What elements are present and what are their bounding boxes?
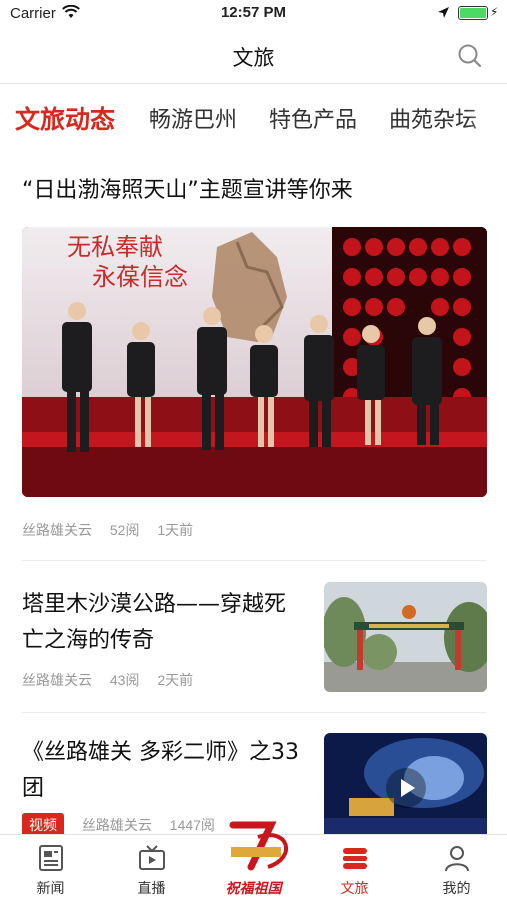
tab-bless-motherland[interactable]: 祝福祖国 [203,821,304,900]
tab-me[interactable]: 我的 [406,835,507,900]
article-title: 《丝路雄关 多彩二师》之33团 [22,740,299,801]
tab-label: 祝福祖国 [225,881,282,897]
anniversary-logo [229,821,289,871]
newspaper-icon [39,845,63,871]
article-thumbnail [324,733,487,843]
tab-label: 直播 [137,881,166,897]
svg-text:无私奉献: 无私奉献 [67,233,163,261]
tab-live[interactable]: 直播 [101,835,202,900]
page-title: 文旅 [232,46,275,70]
culture-tourism-icon [343,848,367,869]
tab-culture-tourism[interactable]: 文旅 [304,835,405,900]
tab-culture-news[interactable]: 文旅动态 [15,100,115,136]
read-count: 1447阅 [169,817,215,833]
source-label: 丝路雄关云 [22,522,92,538]
timestamp: 1天前 [157,522,194,538]
person-icon [445,846,469,872]
source-label: 丝路雄关云 [81,817,152,833]
play-icon[interactable] [391,773,421,803]
tab-label: 新闻 [36,881,65,897]
status-bar: Carrier 12:57 PM ⚡ [0,0,507,28]
tab-label: 文旅 [340,881,369,897]
divider [22,712,487,713]
featured-meta: 丝路雄关云 52阅 1天前 [22,520,207,540]
charging-icon: ⚡ [490,5,499,19]
bottom-tab-bar: 新闻 直播 祝福祖国 文旅 我的 [0,821,507,900]
tab-specialty-products[interactable]: 特色产品 [269,102,357,134]
article-title: 塔里木沙漠公路——穿越死亡之海的传奇 [22,592,287,653]
source-label: 丝路雄关云 [22,672,92,688]
svg-text:永葆信念: 永葆信念 [92,263,188,291]
featured-image: 无私奉献 永葆信念 [22,227,487,497]
battery-icon [458,6,488,20]
location-arrow-icon [438,7,449,18]
timestamp: 2天前 [157,672,194,688]
divider [22,560,487,561]
category-tabs: 文旅动态 畅游巴州 特色产品 曲苑杂坛 [0,94,507,146]
tab-tour-bazhou[interactable]: 畅游巴州 [149,102,237,134]
clock: 12:57 PM [220,4,287,21]
nav-bar: 文旅 [0,28,507,84]
article-meta: 丝路雄关云 43阅 2天前 [22,670,207,690]
read-count: 43阅 [109,672,140,688]
tab-label: 我的 [442,881,471,897]
search-icon[interactable] [457,43,483,69]
tv-icon [139,845,165,870]
tab-performing-arts[interactable]: 曲苑杂坛 [389,102,477,134]
tabs-fade [467,94,507,146]
featured-title: “日出渤海照天山”主题宣讲等你来 [22,178,353,203]
read-count: 52阅 [109,522,140,538]
tab-news[interactable]: 新闻 [0,835,101,900]
article-thumbnail [324,582,487,692]
